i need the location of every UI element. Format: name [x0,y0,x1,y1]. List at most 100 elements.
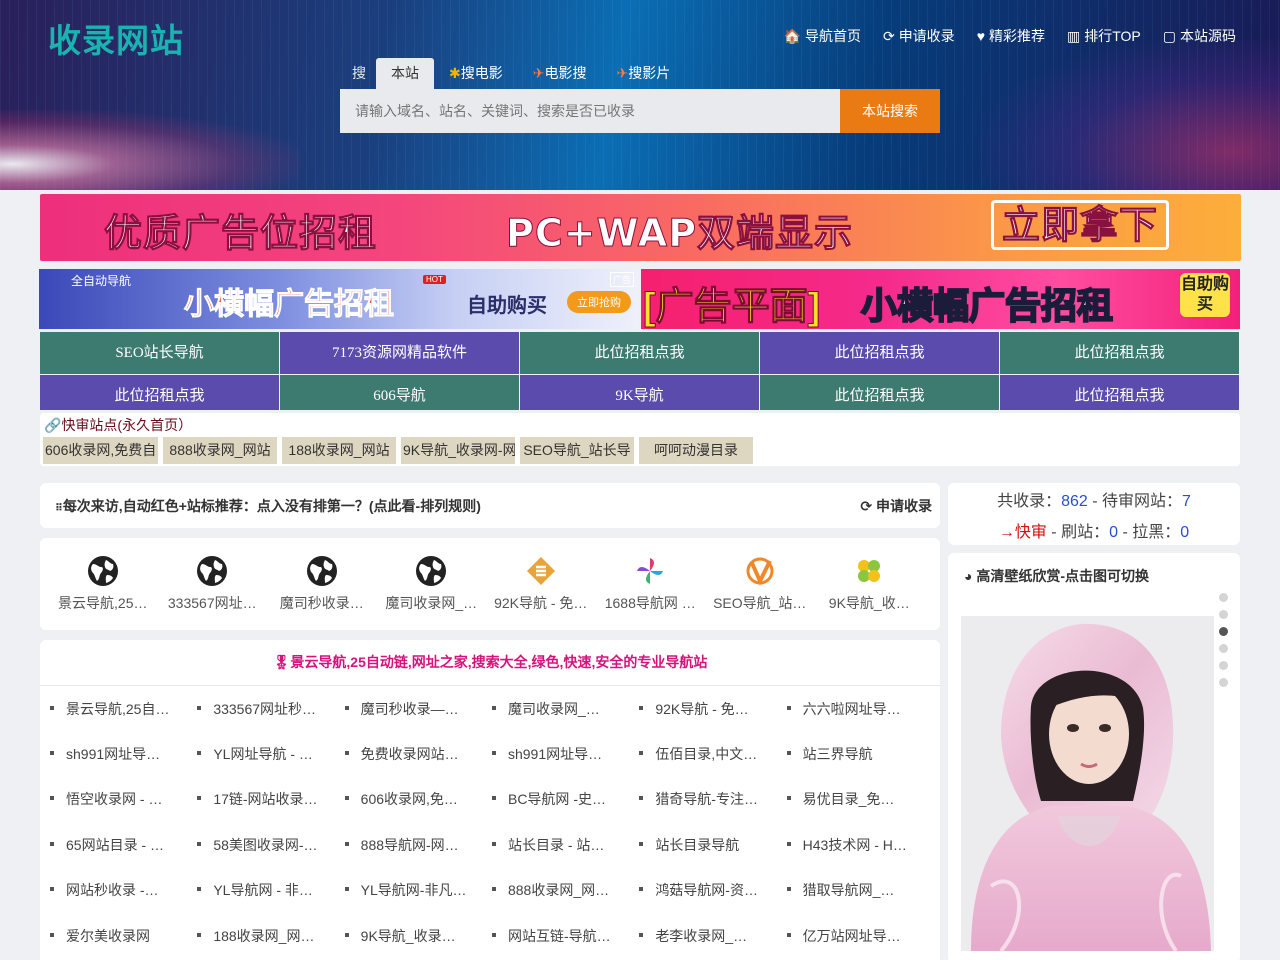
featured-site[interactable]: 1688导航网 … [596,538,706,630]
list-item[interactable]: BC导航网 -史… [490,789,637,809]
ad-banner-left[interactable]: 全自动导航 小横幅广告招租 HOT 广告 自助购买 立即抢购 [39,269,638,329]
quick-review-item[interactable]: 188收录网_网站 [282,437,396,464]
banner-buy-button[interactable]: 立即抢购 [567,291,631,313]
list-item[interactable]: 免费收录网站… [343,744,490,764]
hot-badge: HOT [423,275,446,284]
grid-link[interactable]: 606导航 [280,375,519,410]
list-item[interactable]: 老李收录网_… [637,926,784,946]
nav-label: 申请收录 [898,28,955,44]
list-item[interactable]: 站长目录 - 站… [490,835,637,855]
grid-link[interactable]: 此位招租点我 [1000,375,1239,410]
quick-review-item[interactable]: 9K导航_收录网-网 [401,437,515,464]
list-item[interactable]: 333567网址秒… [195,699,342,719]
grid-link[interactable]: 9K导航 [520,375,759,410]
list-item[interactable]: 17链-网站收录… [195,789,342,809]
list-item[interactable]: YL导航网 - 非… [195,880,342,900]
apply-link[interactable]: ⟳ 申请收录 [860,496,932,516]
banner-text: 优质广告位招租 [103,211,378,256]
ad-banner-right[interactable]: [广告平面] 小横幅广告招租 自助购买 [641,269,1240,329]
tab-search-movie[interactable]: ✱搜电影 [434,58,518,89]
list-item[interactable]: 92K导航 - 免… [637,699,784,719]
list-item[interactable]: 魔司秒收录—… [343,699,490,719]
featured-site[interactable]: 魔司收录网_… [377,538,487,630]
search-input[interactable] [340,89,840,133]
grid-link[interactable]: 此位招租点我 [760,332,999,374]
total-label: 共收录： [997,493,1062,510]
list-item[interactable]: 猎取导航网_… [785,880,932,900]
carousel-dot[interactable] [1219,644,1228,653]
list-item[interactable]: 亿万站网址导… [785,926,932,946]
ad-banner-top[interactable]: 优质广告位招租 PC+WAP双端显示 立即拿下 [40,194,1241,261]
hero-glow-left [0,110,300,190]
quick-review-item[interactable]: 888收录网_网站 [163,437,277,464]
nav-heart[interactable]: ♥ 精彩推荐 [977,26,1045,46]
wallpaper-title: ◕ 高清壁纸欣赏-点击图可切换 [964,566,1149,586]
carousel-dot[interactable] [1219,610,1228,619]
list-item[interactable]: 猎奇导航-专注… [637,789,784,809]
carousel-dot[interactable] [1219,661,1228,670]
list-item[interactable]: YL导航网-非凡… [343,880,490,900]
featured-site[interactable]: 333567网址… [158,538,268,630]
featured-site[interactable]: 景云导航,25… [48,538,158,630]
featured-site[interactable]: 9K导航_收… [815,538,925,630]
quick-review-item[interactable]: 呵呵动漫目录 [639,437,753,464]
list-item[interactable]: 网站互链-导航… [490,926,637,946]
carousel-dot[interactable] [1219,678,1228,687]
nav-code[interactable]: ▢ 本站源码 [1163,26,1236,46]
list-item[interactable]: 易优目录_免… [785,789,932,809]
list-item[interactable]: YL网址导航 - … [195,744,342,764]
grid-link[interactable]: 此位招租点我 [40,375,279,410]
wallpaper-panel: ◕ 高清壁纸欣赏-点击图可切换 [948,553,1240,960]
list-item[interactable]: sh991网址导… [490,744,637,764]
site-logo[interactable]: 收录网站 [48,14,184,62]
list-item[interactable]: 网站秒收录 -… [48,880,195,900]
tab-site-search[interactable]: 本站 [376,58,434,89]
list-item[interactable]: 65网站目录 - … [48,835,195,855]
nav-refresh[interactable]: ⟳ 申请收录 [883,26,955,46]
grid-link[interactable]: 7173资源网精品软件 [280,332,519,374]
list-item[interactable]: 悟空收录网 - … [48,789,195,809]
list-item[interactable]: 六六啦网址导… [785,699,932,719]
grid-link[interactable]: SEO站长导航 [40,332,279,374]
search-button[interactable]: 本站搜索 [840,89,940,133]
list-item[interactable]: 888导航网-网… [343,835,490,855]
grid-link[interactable]: 此位招租点我 [1000,332,1239,374]
featured-site[interactable]: SEO导航_站… [705,538,815,630]
featured-site[interactable]: 92K导航 - 免… [486,538,596,630]
quick-review-item[interactable]: SEO导航_站长导 [520,437,634,464]
list-item[interactable]: 站长目录导航 [637,835,784,855]
quick-review-item[interactable]: 606收录网,免费自 [43,437,158,464]
list-item[interactable]: 魔司收录网_… [490,699,637,719]
grid-link[interactable]: 此位招租点我 [760,375,999,410]
medal-icon: 🎖 [272,654,291,670]
list-item[interactable]: 伍佰目录,中文… [637,744,784,764]
list-item[interactable]: H43技术网 - H… [785,835,932,855]
list-item[interactable]: 鸿菇导航网-资… [637,880,784,900]
tab-movie-search[interactable]: ✈电影搜 [518,58,602,89]
plane-icon: ✈ [616,65,629,81]
top-nav: 🏠 导航首页 ⟳ 申请收录 ♥ 精彩推荐 ▥ 排行TOP ▢ 本站源码 [784,26,1236,46]
list-item[interactable]: 9K导航_收录… [343,926,490,946]
list-item[interactable]: 景云导航,25自… [48,699,195,719]
list-item[interactable]: 爱尔美收录网 [48,926,195,946]
list-item[interactable]: 站三界导航 [785,744,932,764]
list-item[interactable]: 606收录网,免… [343,789,490,809]
nav-bar-chart[interactable]: ▥ 排行TOP [1067,26,1141,46]
carousel-dot[interactable] [1219,593,1228,602]
rule-text[interactable]: ⠿每次来访,自动红色+站标推荐：点入没有排第一？(点此看-排列规则) [55,496,481,516]
brush-count: 0 [1109,524,1118,541]
list-item[interactable]: 888收录网_网… [490,880,637,900]
featured-site[interactable]: 魔司秒收录… [267,538,377,630]
tab-search-film[interactable]: ✈搜影片 [601,58,685,89]
nav-home[interactable]: 🏠 导航首页 [784,26,861,46]
list-item[interactable]: 58美图收录网-… [195,835,342,855]
list-row: 景云导航,25自… 333567网址秒… 魔司秒收录—… 魔司收录网_… 92K导航 -… [48,686,932,731]
quick-title-text[interactable]: 快审站点(永久首页） [61,417,192,433]
fast-review-link[interactable]: →快审 [999,524,1047,541]
wallpaper-image[interactable] [961,616,1214,951]
list-item[interactable]: 188收录网_网… [195,926,342,946]
grid-link[interactable]: 此位招租点我 [520,332,759,374]
list-item[interactable]: sh991网址导… [48,744,195,764]
carousel-dot[interactable] [1219,627,1228,636]
list-row: 爱尔美收录网 188收录网_网… 9K导航_收录… 网站互链-导航… 老李收录网_… 亿万… [48,913,932,958]
